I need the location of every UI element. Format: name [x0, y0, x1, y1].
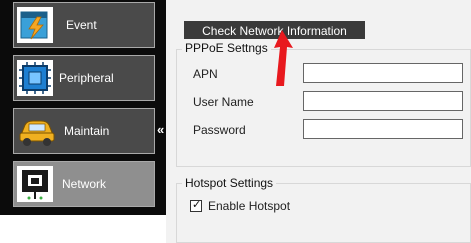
- password-label: Password: [193, 123, 246, 137]
- hotspot-group: [176, 183, 471, 243]
- event-icon: [17, 7, 53, 43]
- sidebar-item-label: Maintain: [64, 124, 110, 138]
- enable-hotspot-label: Enable Hotspot: [208, 199, 291, 213]
- apn-field[interactable]: [303, 63, 463, 83]
- username-label: User Name: [193, 95, 254, 109]
- sidebar-item-event[interactable]: Event: [13, 2, 155, 48]
- username-field[interactable]: [303, 91, 463, 111]
- sidebar-item-peripheral[interactable]: Peripheral: [13, 55, 155, 101]
- apn-label: APN: [193, 67, 218, 81]
- maintain-icon: [17, 113, 55, 149]
- hotspot-title: Hotspot Settings: [182, 176, 277, 190]
- collapse-sidebar-button[interactable]: «: [157, 122, 164, 137]
- peripheral-icon: [17, 60, 53, 96]
- network-icon: [17, 166, 53, 202]
- sidebar-item-network[interactable]: Network: [13, 161, 155, 207]
- sidebar-item-label: Network: [62, 177, 107, 191]
- enable-hotspot-checkbox[interactable]: [190, 198, 202, 212]
- red-arrow-annotation: [274, 30, 293, 86]
- sidebar-item-label: Peripheral: [59, 71, 114, 85]
- password-field[interactable]: [303, 119, 463, 139]
- sidebar-item-maintain[interactable]: Maintain: [13, 108, 155, 154]
- sidebar-item-label: Event: [66, 18, 97, 32]
- pppoe-title: PPPoE Settngs: [182, 41, 271, 55]
- sidebar: Event Peripheral Maintain Network: [0, 0, 166, 215]
